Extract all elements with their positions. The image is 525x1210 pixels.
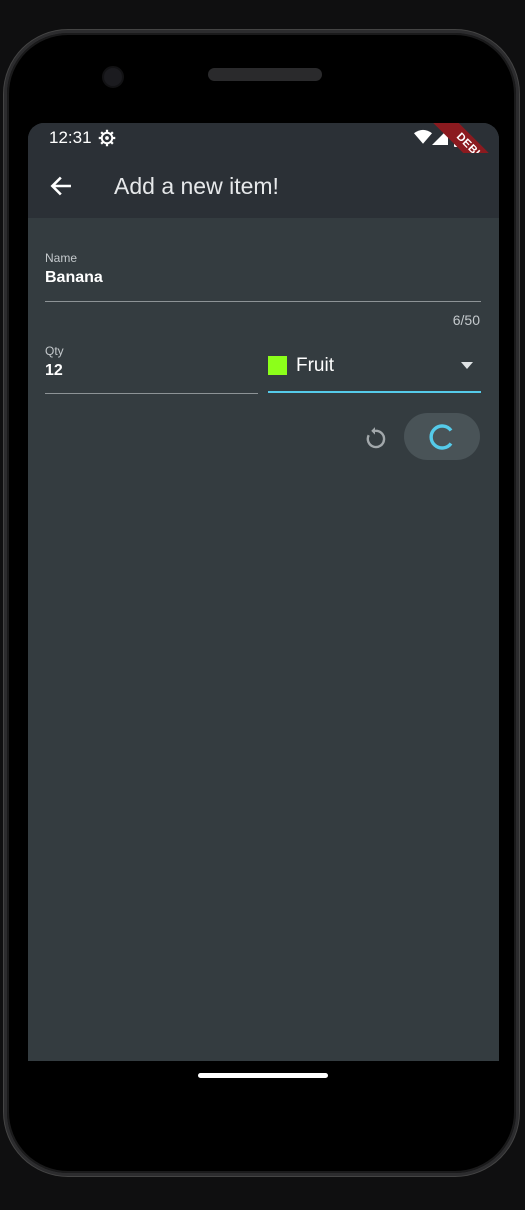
home-indicator[interactable] (198, 1073, 328, 1078)
qty-underline (45, 393, 258, 394)
front-camera (102, 66, 124, 88)
qty-label: Qty (45, 344, 64, 358)
name-label: Name (45, 251, 78, 265)
refresh-icon[interactable] (362, 426, 388, 452)
dropdown-arrow-icon (461, 362, 473, 369)
page-title: Add a new item! (114, 173, 279, 199)
category-selected: Fruit (296, 355, 334, 376)
arrow-left-icon[interactable] (48, 173, 74, 199)
app-screen: 12:31 DEBUG Add a new item! Name Banana … (28, 123, 499, 1061)
qty-value[interactable]: 12 (45, 362, 258, 380)
name-underline (45, 301, 481, 302)
qty-field[interactable]: Qty 12 (45, 344, 258, 380)
name-value[interactable]: Banana (45, 269, 481, 287)
status-bar: 12:31 DEBUG (28, 123, 499, 199)
category-underline (268, 391, 481, 393)
name-char-counter: 6/50 (452, 312, 480, 328)
app-bar: Add a new item! (28, 153, 499, 218)
gear-icon (98, 129, 116, 147)
submit-button[interactable] (404, 413, 480, 460)
progress-spinner-icon (429, 424, 453, 450)
status-time: 12:31 (49, 128, 92, 147)
wifi-icon (414, 129, 432, 144)
category-color-swatch (268, 356, 287, 375)
earpiece-speaker (208, 68, 322, 81)
name-field[interactable]: Name Banana (45, 251, 481, 287)
category-dropdown[interactable]: Fruit (268, 343, 481, 393)
